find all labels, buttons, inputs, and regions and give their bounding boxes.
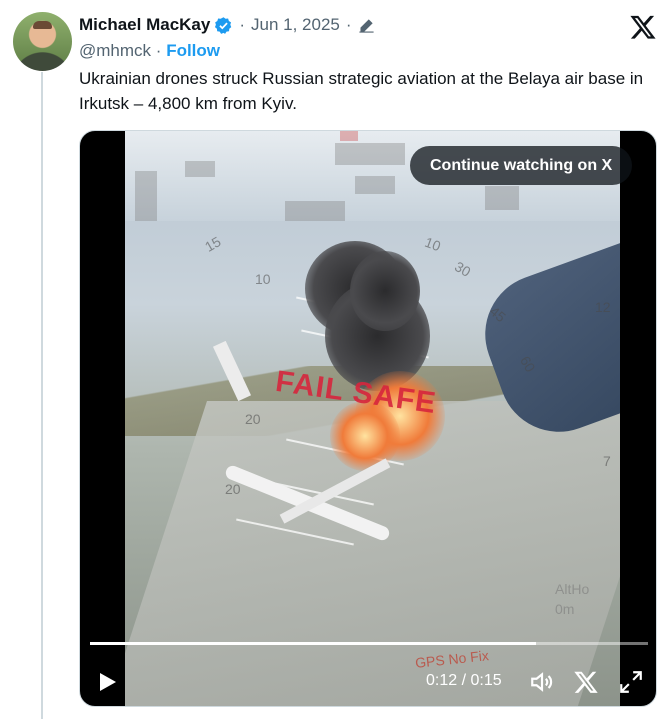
fullscreen-icon[interactable]	[618, 669, 644, 695]
follow-button[interactable]: Follow	[166, 41, 220, 60]
tweet-date[interactable]: Jun 1, 2025	[251, 15, 340, 35]
play-icon[interactable]	[95, 670, 119, 694]
avatar[interactable]	[13, 12, 72, 71]
separator-dot: ·	[239, 15, 246, 34]
hud-number: 10	[255, 271, 271, 287]
hud-number: 10	[422, 233, 443, 255]
video-controls: 0:12 / 0:15	[80, 656, 656, 706]
x-logo-icon[interactable]	[628, 13, 658, 41]
verified-badge-icon	[215, 16, 232, 34]
hud-alt: AltHo	[555, 581, 590, 597]
volume-icon[interactable]	[529, 669, 555, 695]
video-progress-fill	[90, 642, 537, 645]
hud-number: 30	[452, 258, 474, 280]
tweet-text: Ukrainian drones struck Russian strategi…	[79, 69, 644, 113]
hud-number: 12	[595, 299, 611, 315]
separator-dot-3: ·	[155, 41, 162, 60]
video-player[interactable]: FAIL SAFE 15 10 20 30 45 60 10 20 12 7 A…	[79, 130, 657, 707]
hud-number: 7	[603, 453, 611, 469]
hud-alt-unit: 0m	[555, 601, 575, 617]
current-time: 0:12	[426, 672, 458, 689]
author-name[interactable]: Michael MacKay	[79, 15, 210, 35]
continue-watching-button[interactable]: Continue watching on X	[410, 146, 633, 185]
tweet-header: Michael MacKay · Jun 1, 2025 ·	[79, 13, 375, 37]
hud-number: 20	[225, 481, 241, 497]
video-progress-bar[interactable]	[90, 642, 648, 645]
edit-icon	[358, 18, 374, 33]
hud-number: 20	[245, 411, 261, 427]
video-frame[interactable]: FAIL SAFE 15 10 20 30 45 60 10 20 12 7 A…	[125, 131, 620, 706]
separator-dot-2: ·	[345, 15, 352, 34]
author-handle[interactable]: @mhmck	[79, 41, 151, 60]
time-separator: /	[461, 672, 467, 689]
duration: 0:15	[470, 672, 502, 689]
thread-line	[41, 72, 43, 719]
x-logo-icon[interactable]	[573, 669, 599, 695]
video-time: 0:12 / 0:15	[426, 672, 502, 690]
handle-row: @mhmck · Follow	[79, 41, 220, 61]
hud-number: 15	[202, 233, 224, 255]
